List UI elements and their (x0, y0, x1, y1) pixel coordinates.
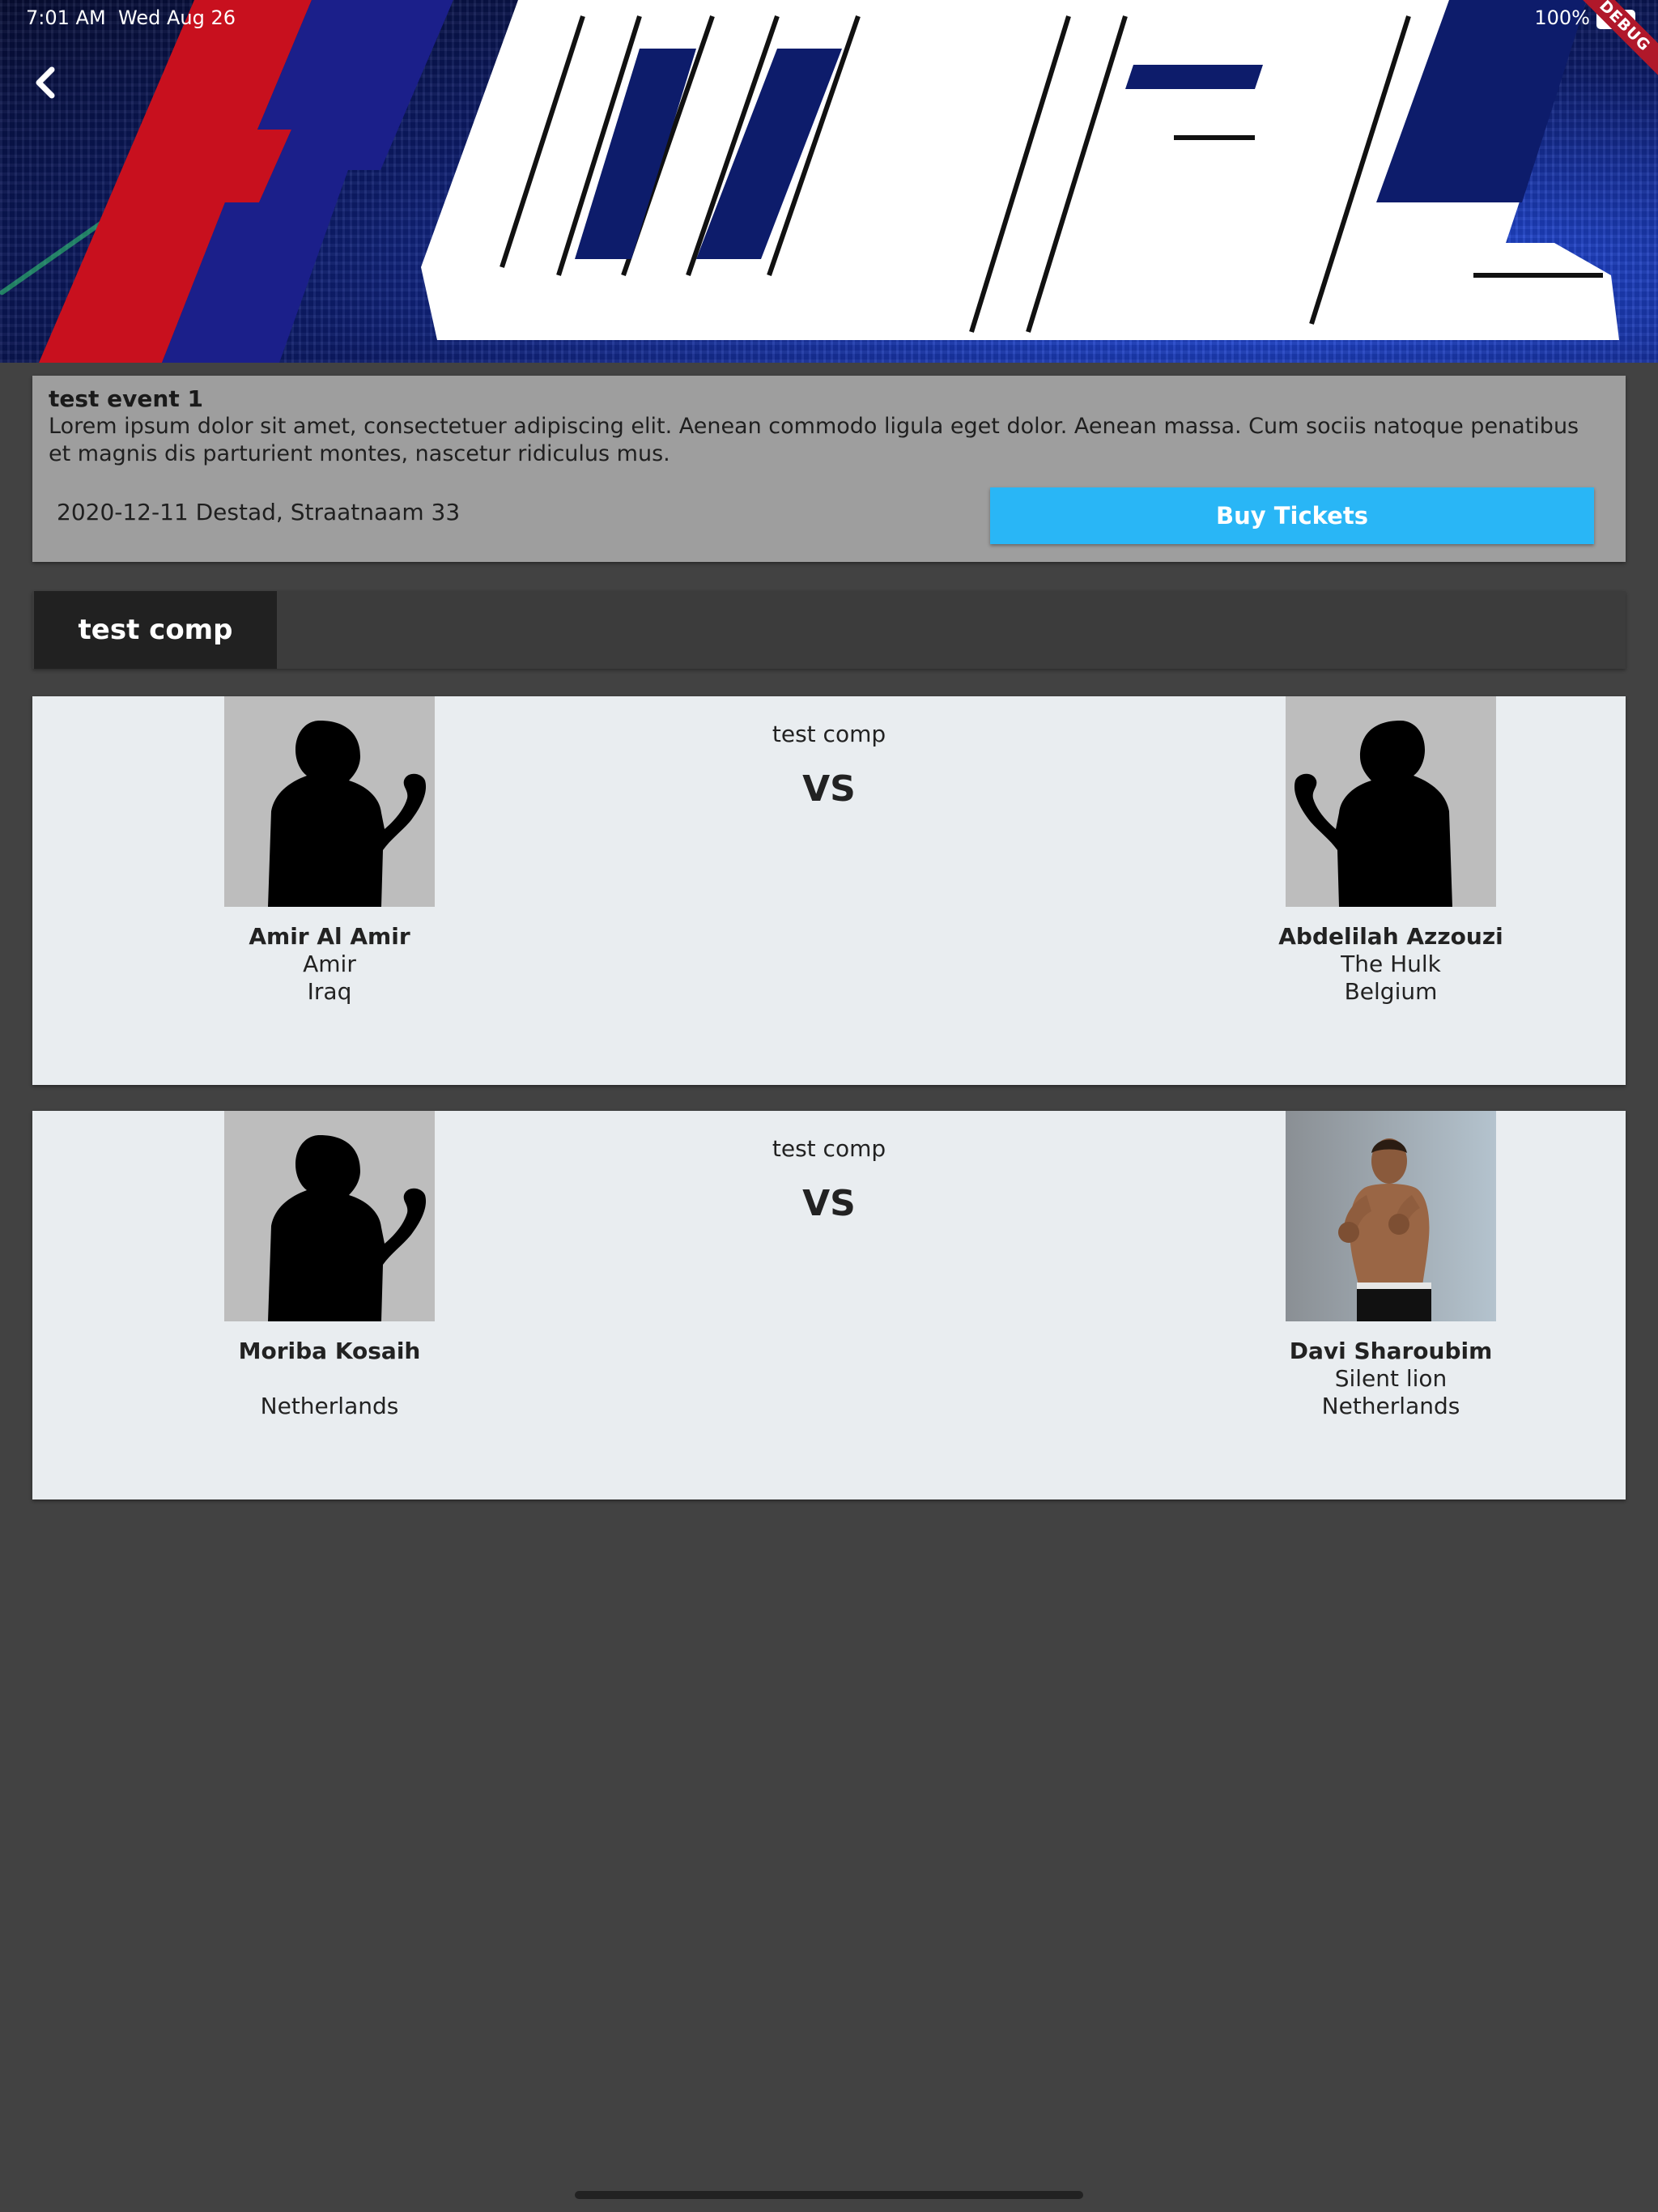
fwfl-logo (39, 0, 1619, 363)
status-time: 7:01 AM (26, 6, 106, 29)
fighter-left[interactable]: Amir Al Amir Amir Iraq (176, 696, 483, 1006)
fighter-country: Belgium (1344, 978, 1438, 1005)
fighter-right[interactable]: Abdelilah Azzouzi The Hulk Belgium (1237, 696, 1545, 1006)
fighter-photo (224, 1111, 435, 1321)
fighter-photo (1286, 1111, 1496, 1321)
fighter-portrait (1338, 1138, 1431, 1321)
buy-tickets-button[interactable]: Buy Tickets (990, 487, 1594, 544)
competition-tab-bar: test comp (32, 591, 1626, 669)
fighter-country: Netherlands (260, 1393, 399, 1419)
fighter-silhouette-icon (268, 1135, 427, 1321)
event-date-location: 2020-12-11 Destad, Straatnaam 33 (57, 499, 461, 525)
status-date: Wed Aug 26 (118, 6, 236, 29)
event-title: test event 1 (49, 385, 203, 412)
fight-card[interactable]: Moriba Kosaih Netherlands test comp VS D… (32, 1111, 1626, 1499)
fighter-right[interactable]: Davi Sharoubim Silent lion Netherlands (1237, 1111, 1545, 1420)
fighter-nickname: Silent lion (1334, 1365, 1448, 1392)
fighter-country: Netherlands (1321, 1393, 1460, 1419)
fighter-nickname: Amir (303, 951, 356, 977)
fight-competition: test comp (772, 1135, 886, 1162)
fighter-name: Amir Al Amir (249, 923, 410, 950)
fighter-name: Moriba Kosaih (238, 1338, 421, 1364)
fighter-nickname: The Hulk (1341, 951, 1441, 977)
event-info-card: test event 1 Lorem ipsum dolor sit amet,… (32, 376, 1626, 562)
fighter-photo (224, 696, 435, 907)
fight-competition: test comp (772, 721, 886, 747)
vs-label: VS (802, 768, 856, 810)
tab-test-comp[interactable]: test comp (34, 591, 277, 669)
fighter-name: Davi Sharoubim (1289, 1338, 1493, 1364)
back-button[interactable] (23, 58, 71, 107)
fighter-name: Abdelilah Azzouzi (1278, 923, 1503, 950)
fighter-photo (1286, 696, 1496, 907)
event-description: Lorem ipsum dolor sit amet, consectetuer… (49, 414, 1579, 466)
fighter-left[interactable]: Moriba Kosaih Netherlands (176, 1111, 483, 1420)
chevron-left-icon (36, 66, 55, 99)
status-bar: 7:01 AM Wed Aug 26 100% (0, 0, 1658, 37)
home-indicator (575, 2191, 1083, 2199)
fighter-silhouette-icon (1294, 721, 1452, 907)
fight-center-info: test comp VS (667, 721, 991, 810)
fighter-nickname (176, 1365, 483, 1393)
event-banner: 7:01 AM Wed Aug 26 100% DEBUG (0, 0, 1658, 363)
fight-center-info: test comp VS (667, 1135, 991, 1224)
fighter-country: Iraq (307, 978, 352, 1005)
fight-card[interactable]: Amir Al Amir Amir Iraq test comp VS Abde… (32, 696, 1626, 1085)
vs-label: VS (802, 1183, 856, 1224)
fighter-silhouette-icon (268, 721, 427, 907)
battery-percentage: 100% (1534, 6, 1590, 29)
